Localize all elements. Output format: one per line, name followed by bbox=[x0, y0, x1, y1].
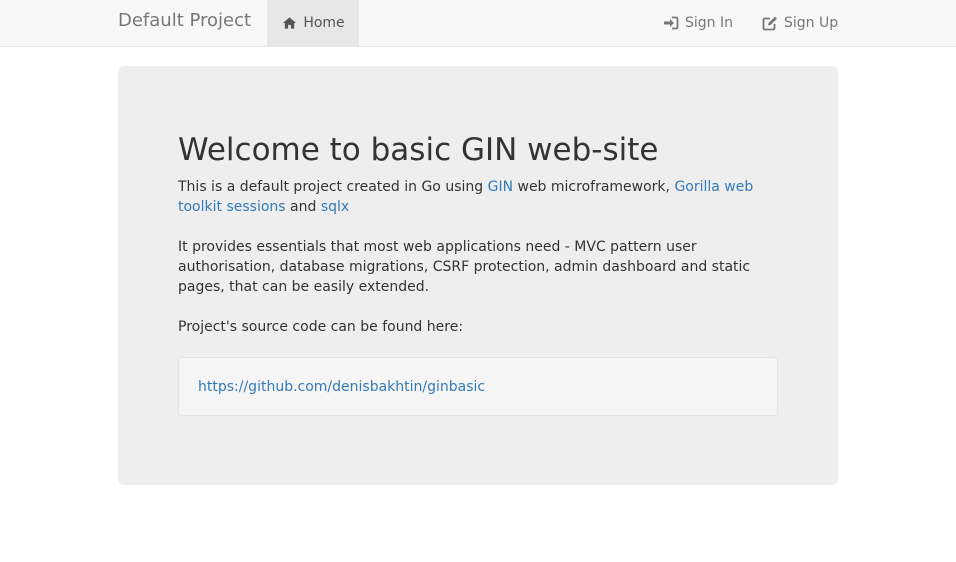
navbar: Default Project Home Sign In Sign Up bbox=[0, 0, 956, 47]
jumbotron: Welcome to basic GIN web-site This is a … bbox=[118, 66, 838, 485]
gin-link[interactable]: GIN bbox=[488, 179, 513, 195]
features-paragraph: It provides essentials that most web app… bbox=[178, 239, 751, 295]
nav-signup-label: Sign Up bbox=[784, 15, 839, 31]
github-source-link[interactable]: https://github.com/denisbakhtin/ginbasic bbox=[198, 379, 485, 395]
nav-signin-label: Sign In bbox=[685, 15, 733, 31]
nav-signup-link[interactable]: Sign Up bbox=[762, 0, 838, 46]
home-icon bbox=[281, 15, 297, 31]
nav-home-label: Home bbox=[303, 15, 345, 31]
nav-signin-link[interactable]: Sign In bbox=[663, 0, 733, 46]
nav-home-link[interactable]: Home bbox=[267, 0, 359, 46]
sqlx-link[interactable]: sqlx bbox=[321, 199, 349, 215]
sign-in-icon bbox=[663, 15, 679, 31]
source-code-paragraph: Project's source code can be found here: bbox=[178, 319, 464, 335]
intro-text-middle: web microframework, bbox=[513, 179, 675, 195]
page-title: Welcome to basic GIN web-site bbox=[178, 132, 659, 168]
intro-text-start: This is a default project created in Go … bbox=[178, 179, 488, 195]
source-link-well: https://github.com/denisbakhtin/ginbasic bbox=[178, 357, 778, 416]
intro-text-and: and bbox=[285, 199, 321, 215]
brand-link[interactable]: Default Project bbox=[118, 11, 251, 31]
intro-paragraph: This is a default project created in Go … bbox=[178, 177, 768, 217]
edit-icon bbox=[762, 15, 778, 31]
